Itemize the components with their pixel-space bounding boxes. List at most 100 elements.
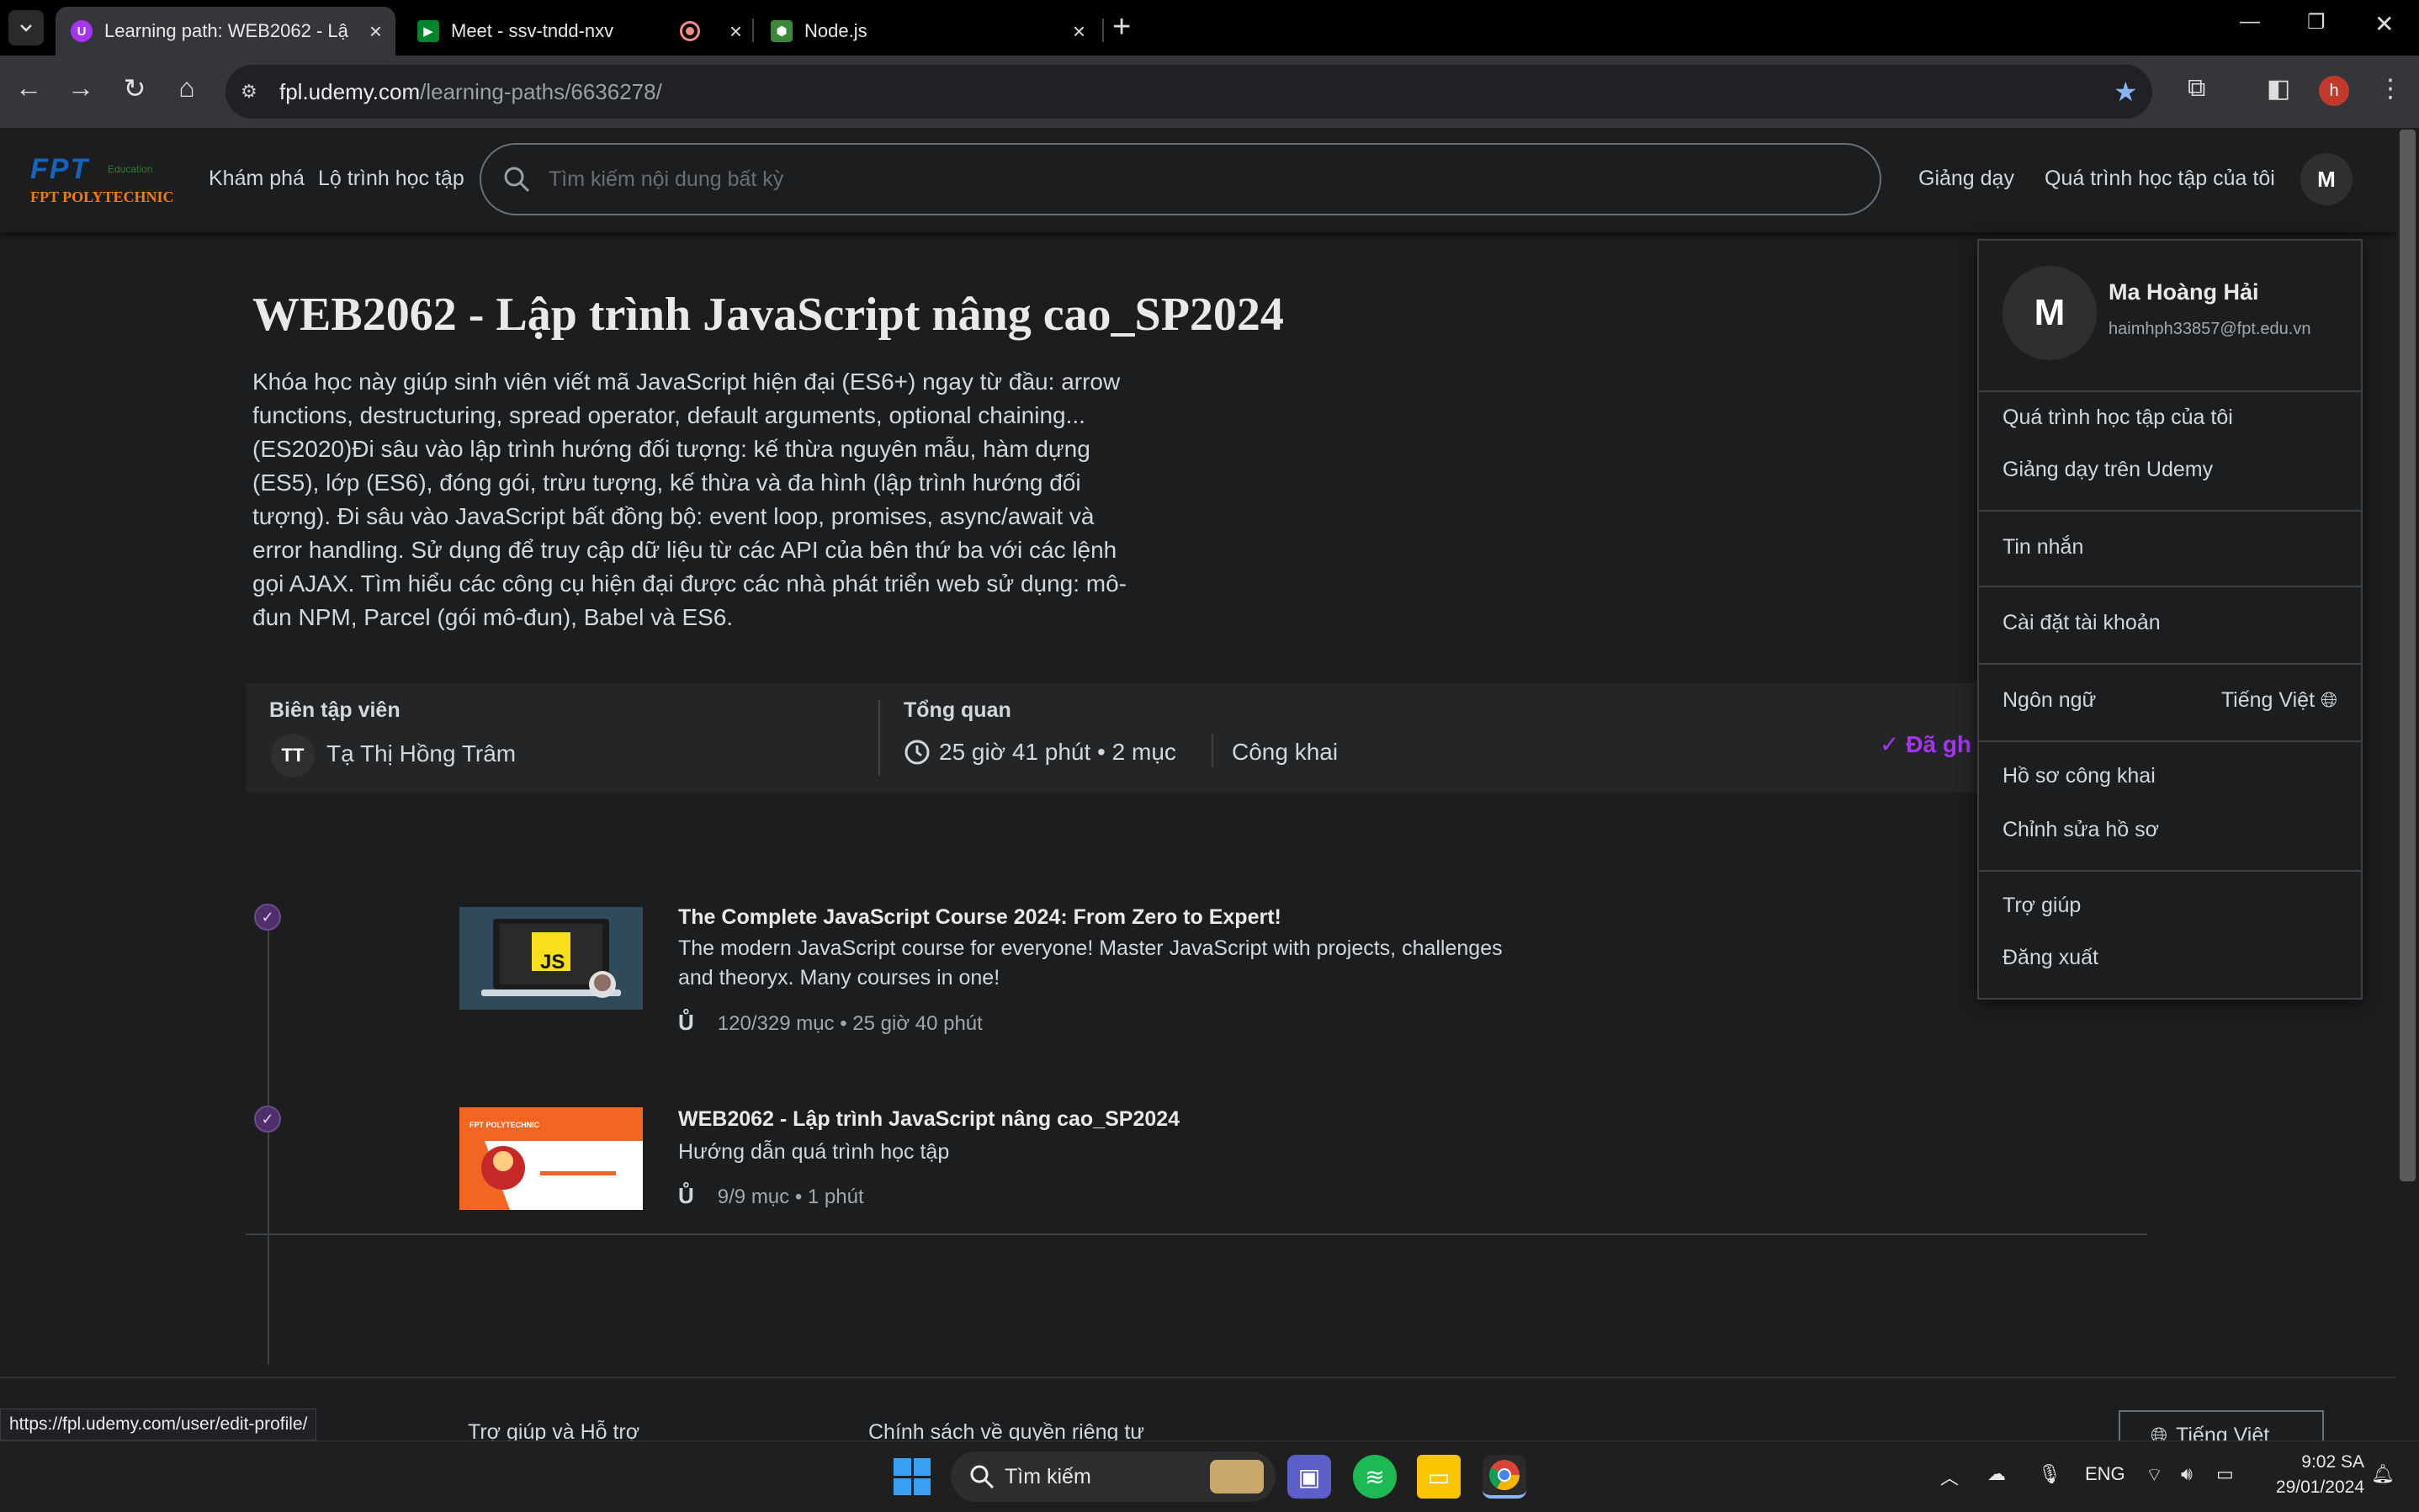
spotify-icon[interactable]: ≋ — [1353, 1455, 1397, 1499]
scrollbar-thumb[interactable] — [2400, 130, 2416, 1181]
more-menu-icon[interactable]: ⋮ — [2378, 74, 2403, 103]
browser-profile-avatar[interactable]: h — [2319, 76, 2349, 106]
onedrive-icon[interactable]: ☁ — [1987, 1463, 2006, 1485]
taskbar-search-label: Tìm kiếm — [1005, 1464, 1091, 1488]
course-thumbnail[interactable]: FPT POLYTECHNIC — [459, 1107, 643, 1210]
nav-my-learning[interactable]: Quá trình học tập của tôi — [2045, 167, 2275, 191]
notification-bell-icon[interactable]: 🔔︎ — [2371, 1463, 2395, 1485]
footer-privacy-link[interactable]: Chính sách về quyền riêng tư — [868, 1420, 1144, 1440]
menu-item-my-learning[interactable]: Quá trình học tập của tôi — [2003, 406, 2233, 430]
course-title[interactable]: The Complete JavaScript Course 2024: Fro… — [678, 905, 1281, 930]
url-text: fpl.udemy.com/learning-paths/6636278/ — [279, 78, 662, 104]
course-meta: Ů 120/329 mục • 25 giờ 40 phút — [678, 1010, 983, 1036]
editor-name[interactable]: Tạ Thị Hồng Trâm — [326, 740, 516, 767]
course-thumbnail[interactable]: JS — [459, 907, 643, 1010]
tab-nodejs[interactable]: ⬢ Node.js × — [756, 7, 1099, 56]
tab-title: Node.js — [804, 20, 867, 41]
site-settings-icon[interactable]: ⚙ — [241, 81, 269, 103]
course-meta-text: 120/329 mục • 25 giờ 40 phút — [717, 1012, 983, 1035]
browser-toolbar: ← → ↻ ⌂ ⚙ fpl.udemy.com/learning-paths/6… — [0, 56, 2419, 128]
tab-separator — [752, 19, 754, 42]
restore-icon[interactable]: ❐ — [2307, 10, 2326, 34]
menu-item-help[interactable]: Trợ giúp — [2003, 894, 2081, 918]
course-title[interactable]: WEB2062 - Lập trình JavaScript nâng cao_… — [678, 1107, 1180, 1132]
dropdown-user-name[interactable]: Ma Hoàng Hải — [2109, 279, 2259, 305]
status-bar-url: https://fpl.udemy.com/user/edit-profile/ — [0, 1409, 317, 1440]
bookmark-star-icon[interactable]: ★ — [2114, 76, 2138, 108]
close-icon[interactable]: × — [1073, 20, 1085, 42]
editor-avatar[interactable]: TT — [271, 734, 315, 777]
menu-item-logout[interactable]: Đăng xuất — [2003, 946, 2098, 970]
reload-icon[interactable]: ↻ — [116, 72, 153, 104]
tab-title: Learning path: WEB2062 - Lập t — [104, 20, 348, 41]
teams-icon[interactable]: ▣ — [1287, 1455, 1331, 1499]
page-scrollbar[interactable] — [2396, 128, 2419, 1440]
wifi-icon[interactable]: ⌔ — [2146, 1463, 2163, 1487]
menu-item-edit-profile[interactable]: Chỉnh sửa hồ sơ — [2003, 818, 2159, 842]
taskbar-search[interactable]: Tìm kiếm — [951, 1451, 1276, 1502]
close-icon[interactable]: × — [729, 20, 742, 42]
thumb-text: JS — [540, 951, 565, 974]
back-arrow-icon[interactable]: ← — [10, 72, 47, 103]
battery-icon[interactable]: ▭ — [2216, 1463, 2234, 1485]
windows-taskbar: Tìm kiếm ▣ ≋ ▭ ︿ ☁ 🎙︎ ENG ⌔ 🔊︎ ▭ 9:02 SA… — [0, 1440, 2419, 1512]
volume-icon[interactable]: 🔊︎ — [2181, 1463, 2193, 1485]
clock-icon — [904, 740, 930, 765]
nav-teach[interactable]: Giảng dạy — [1918, 167, 2014, 191]
menu-item-messages[interactable]: Tin nhắn — [2003, 535, 2083, 560]
menu-language-value[interactable]: Tiếng Việt 🌐︎ — [2221, 688, 2337, 713]
globe-icon: 🌐︎ — [2151, 1423, 2168, 1441]
course-meta: Ů 9/9 mục • 1 phút — [678, 1183, 864, 1209]
address-bar[interactable]: ⚙ fpl.udemy.com/learning-paths/6636278/ — [225, 65, 2152, 119]
divider — [1979, 740, 2361, 742]
nav-explore[interactable]: Khám phá — [209, 167, 305, 191]
recording-icon — [680, 21, 700, 41]
timeline-line — [268, 919, 269, 1365]
new-tab-plus-icon[interactable]: + — [1112, 11, 1131, 43]
language-indicator[interactable]: ENG — [2085, 1463, 2125, 1485]
nav-learning-paths[interactable]: Lộ trình học tập — [318, 167, 464, 191]
search-icon — [970, 1465, 995, 1489]
file-explorer-icon[interactable]: ▭ — [1417, 1455, 1461, 1499]
thumb-text: FPT POLYTECHNIC — [469, 1121, 540, 1129]
udemy-page: FPT Education FPT POLYTECHNIC Khám phá L… — [0, 128, 2396, 1440]
user-avatar[interactable]: M — [2300, 153, 2353, 205]
menu-item-language[interactable]: Ngôn ngữ — [2003, 688, 2096, 713]
tab-separator — [1102, 19, 1104, 42]
fpt-polytechnic-logo[interactable]: FPT Education FPT POLYTECHNIC — [30, 153, 182, 212]
extensions-puzzle-icon[interactable]: ⧉ — [2188, 74, 2205, 103]
system-clock[interactable]: 9:02 SA 29/01/2024 — [2263, 1450, 2364, 1500]
dropdown-avatar[interactable]: M — [2003, 266, 2097, 360]
home-icon[interactable]: ⌂ — [168, 72, 205, 103]
microphone-icon[interactable]: 🎙︎ — [2038, 1463, 2061, 1485]
search-icon[interactable] — [501, 165, 532, 194]
divider — [1979, 510, 2361, 512]
dropdown-user-email: haimhph33857@fpt.edu.vn — [2109, 320, 2311, 338]
udemy-favicon-icon: U — [71, 20, 93, 42]
site-footer — [0, 1377, 2396, 1440]
enrolled-button[interactable]: ✓ Đã gh — [1880, 730, 1971, 758]
close-icon[interactable]: × — [369, 20, 382, 42]
minimize-icon[interactable]: — — [2240, 10, 2260, 34]
windows-start-icon[interactable] — [894, 1458, 931, 1495]
forward-arrow-icon[interactable]: → — [62, 72, 99, 103]
search-input[interactable] — [549, 167, 1811, 192]
meet-favicon-icon: ▶ — [417, 20, 439, 42]
footer-language-button[interactable]: 🌐︎ Tiếng Việt — [2119, 1410, 2324, 1440]
footer-language-label: Tiếng Việt — [2176, 1423, 2270, 1441]
footer-help-link[interactable]: Trợ giúp và Hỗ trợ — [468, 1420, 639, 1440]
tab-meet[interactable]: ▶ Meet - ssv-tndd-nxv × — [402, 7, 756, 56]
window-close-icon[interactable]: ✕ — [2374, 10, 2394, 38]
completed-check-icon: ✓ — [254, 904, 281, 931]
check-icon: ✓ — [1880, 731, 1907, 757]
side-panel-icon[interactable]: ◧ — [2267, 74, 2290, 103]
menu-item-account-settings[interactable]: Cài đặt tài khoản — [2003, 611, 2161, 635]
search-bar — [480, 143, 1881, 215]
chrome-icon[interactable] — [1483, 1455, 1526, 1499]
menu-item-public-profile[interactable]: Hồ sơ công khai — [2003, 764, 2156, 788]
menu-item-teach-on-udemy[interactable]: Giảng dạy trên Udemy — [2003, 458, 2213, 482]
clock-time: 9:02 SA — [2301, 1452, 2364, 1472]
tab-learning-path[interactable]: U Learning path: WEB2062 - Lập t × — [56, 7, 395, 56]
tab-search-button[interactable] — [8, 10, 44, 45]
tray-chevron-icon[interactable]: ︿ — [1940, 1463, 1959, 1490]
